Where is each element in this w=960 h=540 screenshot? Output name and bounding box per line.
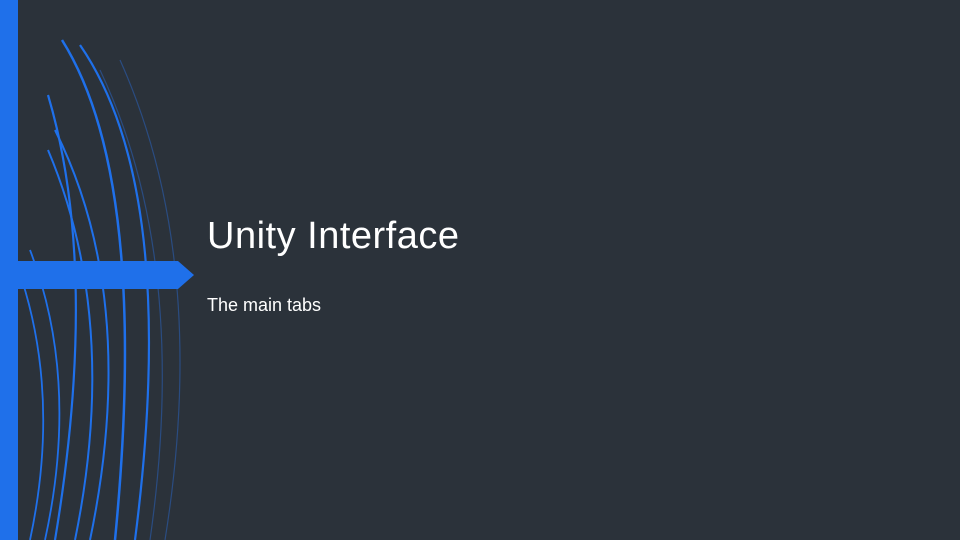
slide-subtitle: The main tabs — [207, 295, 321, 316]
title-arrow-accent — [18, 261, 194, 289]
slide-title: Unity Interface — [207, 215, 460, 258]
accent-sidebar — [0, 0, 18, 540]
